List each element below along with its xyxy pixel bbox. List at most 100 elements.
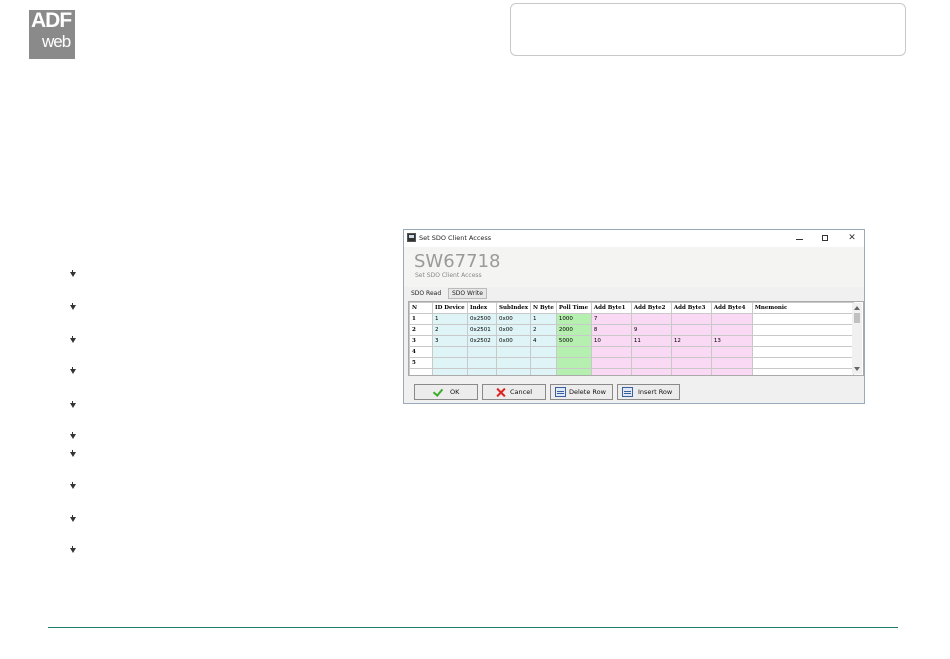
cancel-button[interactable]: Cancel: [482, 384, 546, 400]
table-cell[interactable]: 0x00: [495, 313, 532, 325]
table-cell[interactable]: [670, 346, 712, 358]
table-cell[interactable]: 0x2501: [467, 324, 497, 336]
row-number-cell[interactable]: [409, 368, 433, 375]
column-header[interactable]: Poll Time: [555, 302, 592, 314]
table-cell[interactable]: [670, 313, 712, 325]
table-cell[interactable]: [670, 324, 712, 336]
table-cell[interactable]: [530, 346, 557, 358]
tab-sdo-read[interactable]: SDO Read: [408, 289, 444, 298]
table-cell[interactable]: [495, 357, 532, 369]
table-cell[interactable]: [467, 357, 497, 369]
table-cell[interactable]: 1000: [555, 313, 592, 325]
column-header[interactable]: Add Byte4: [710, 302, 753, 314]
table-row[interactable]: [409, 368, 854, 375]
table-cell[interactable]: [630, 357, 672, 369]
table-cell[interactable]: 0x00: [495, 324, 532, 336]
table-cell[interactable]: [432, 346, 468, 358]
table-cell[interactable]: [751, 346, 854, 358]
table-cell[interactable]: [710, 346, 753, 358]
row-number-cell[interactable]: 4: [409, 346, 433, 358]
table-cell[interactable]: [590, 346, 632, 358]
sdo-read-grid[interactable]: N ID Device Index SubIndex N Byte Poll T…: [408, 301, 864, 376]
vertical-scrollbar[interactable]: [852, 303, 862, 374]
bullet-icon: [69, 432, 77, 440]
table-cell[interactable]: [432, 357, 468, 369]
table-cell[interactable]: 9: [630, 324, 672, 336]
table-row[interactable]: 1 1 0x2500 0x00 1 1000 7: [409, 313, 854, 325]
close-button[interactable]: ✕: [841, 231, 863, 246]
table-cell[interactable]: [630, 313, 672, 325]
column-header[interactable]: N Byte: [530, 302, 557, 314]
table-cell[interactable]: [530, 357, 557, 369]
column-header[interactable]: N: [409, 302, 433, 314]
table-cell[interactable]: [751, 335, 854, 347]
table-cell[interactable]: [751, 313, 854, 325]
table-cell[interactable]: [751, 357, 854, 369]
table-cell[interactable]: [710, 313, 753, 325]
row-number-cell[interactable]: 5: [409, 357, 433, 369]
table-cell[interactable]: [670, 357, 712, 369]
table-cell[interactable]: [590, 368, 632, 375]
column-header[interactable]: ID Device: [432, 302, 468, 314]
row-number-cell[interactable]: 2: [409, 324, 433, 336]
table-cell[interactable]: [495, 368, 532, 375]
table-cell[interactable]: [555, 368, 592, 375]
table-cell[interactable]: [710, 324, 753, 336]
table-cell[interactable]: 1: [432, 313, 468, 325]
table-cell[interactable]: [530, 368, 557, 375]
table-cell[interactable]: 1: [530, 313, 557, 325]
column-header[interactable]: Index: [467, 302, 497, 314]
delete-row-button[interactable]: Delete Row: [550, 384, 613, 400]
table-cell[interactable]: 7: [590, 313, 632, 325]
table-cell[interactable]: [432, 368, 468, 375]
table-cell[interactable]: 11: [630, 335, 672, 347]
table-cell[interactable]: 10: [590, 335, 632, 347]
table-cell[interactable]: [555, 357, 592, 369]
column-header[interactable]: Add Byte2: [630, 302, 672, 314]
header-info-box: [510, 3, 906, 56]
window-titlebar[interactable]: Set SDO Client Access ✕: [404, 230, 864, 247]
table-cell[interactable]: [710, 357, 753, 369]
table-cell[interactable]: 0x00: [495, 335, 532, 347]
table-cell[interactable]: [630, 368, 672, 375]
table-cell[interactable]: [630, 346, 672, 358]
tab-sdo-write[interactable]: SDO Write: [448, 288, 487, 299]
table-row[interactable]: 4: [409, 346, 854, 358]
table-cell[interactable]: [555, 346, 592, 358]
column-header[interactable]: Add Byte1: [590, 302, 632, 314]
table-cell[interactable]: 4: [530, 335, 557, 347]
table-cell[interactable]: 2: [432, 324, 468, 336]
row-number-cell[interactable]: 3: [409, 335, 433, 347]
table-row[interactable]: 2 2 0x2501 0x00 2 2000 8 9: [409, 324, 854, 336]
minimize-button[interactable]: [789, 231, 811, 246]
insert-row-button[interactable]: Insert Row: [617, 384, 680, 400]
table-row[interactable]: 5: [409, 357, 854, 369]
table-cell[interactable]: 2000: [555, 324, 592, 336]
row-number-cell[interactable]: 1: [409, 313, 433, 325]
scroll-thumb[interactable]: [854, 313, 860, 323]
table-cell[interactable]: [670, 368, 712, 375]
column-header[interactable]: Add Byte3: [670, 302, 712, 314]
table-cell[interactable]: 0x2502: [467, 335, 497, 347]
table-row[interactable]: 3 3 0x2502 0x00 4 5000 10 11 12 13: [409, 335, 854, 347]
table-cell[interactable]: 8: [590, 324, 632, 336]
table-cell[interactable]: 0x2500: [467, 313, 497, 325]
table-cell[interactable]: [751, 324, 854, 336]
table-cell[interactable]: [495, 346, 532, 358]
table-cell[interactable]: [467, 346, 497, 358]
table-cell[interactable]: 13: [710, 335, 753, 347]
ok-button[interactable]: OK: [414, 384, 478, 400]
column-header[interactable]: Mnemonic: [751, 302, 854, 314]
table-cell[interactable]: 2: [530, 324, 557, 336]
table-cell[interactable]: [467, 368, 497, 375]
scroll-down-arrow-icon[interactable]: [854, 367, 860, 371]
table-cell[interactable]: [751, 368, 854, 375]
table-cell[interactable]: [590, 357, 632, 369]
table-cell[interactable]: 12: [670, 335, 712, 347]
scroll-up-arrow-icon[interactable]: [854, 306, 860, 310]
table-cell[interactable]: [710, 368, 753, 375]
maximize-button[interactable]: [815, 231, 837, 246]
table-cell[interactable]: 5000: [555, 335, 592, 347]
column-header[interactable]: SubIndex: [495, 302, 532, 314]
table-cell[interactable]: 3: [432, 335, 468, 347]
